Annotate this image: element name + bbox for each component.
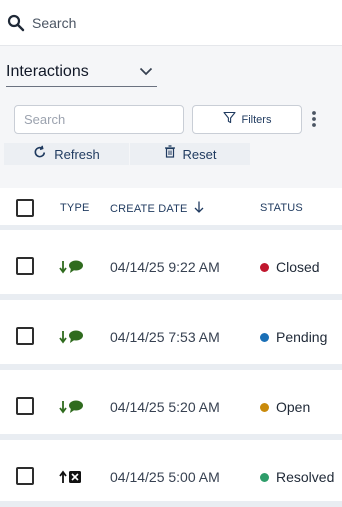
more-options-icon[interactable] xyxy=(306,108,322,130)
row-create-date: 04/14/25 7:53 AM xyxy=(110,329,220,345)
inbound-chat-icon xyxy=(59,399,85,415)
table-row[interactable]: 04/14/25 5:20 AM Open xyxy=(0,370,342,440)
status-label: Closed xyxy=(276,259,320,275)
select-all-checkbox[interactable] xyxy=(16,199,34,217)
row-checkbox[interactable] xyxy=(16,327,34,345)
view-select-value: Interactions xyxy=(6,62,89,80)
table-row[interactable]: 04/14/25 7:53 AM Pending xyxy=(0,300,342,370)
status-dot xyxy=(260,472,269,482)
row-create-date: 04/14/25 5:00 AM xyxy=(110,469,220,485)
status-label: Resolved xyxy=(276,469,335,485)
filter-icon xyxy=(222,111,236,129)
controls-panel: Interactions Filters Refresh Reset xyxy=(0,46,342,188)
inbound-chat-icon xyxy=(59,329,85,345)
global-search-bar[interactable]: Search xyxy=(0,0,342,46)
filters-button[interactable]: Filters xyxy=(192,105,302,134)
row-create-date: 04/14/25 9:22 AM xyxy=(110,259,220,275)
chevron-down-icon xyxy=(139,63,153,81)
outbound-x-icon xyxy=(59,469,85,485)
refresh-button[interactable]: Refresh xyxy=(4,143,129,165)
sort-descending-icon xyxy=(194,200,204,218)
row-status: Resolved xyxy=(260,469,334,485)
table-row[interactable]: 04/14/25 9:22 AM Closed xyxy=(0,230,342,300)
row-checkbox[interactable] xyxy=(16,467,34,485)
grid-header: TYPE CREATE DATE STATUS xyxy=(0,188,342,230)
search-icon[interactable] xyxy=(6,13,26,33)
reset-button-label: Reset xyxy=(182,146,217,162)
refresh-button-label: Refresh xyxy=(54,146,100,162)
global-search-label: Search xyxy=(32,14,77,31)
status-dot xyxy=(260,262,269,272)
search-input[interactable] xyxy=(14,105,184,134)
status-dot xyxy=(260,402,269,412)
column-header-type[interactable]: TYPE xyxy=(60,202,90,214)
row-checkbox[interactable] xyxy=(16,397,34,415)
status-label: Pending xyxy=(276,329,328,345)
trash-icon xyxy=(164,145,176,163)
view-select[interactable]: Interactions xyxy=(6,57,157,87)
row-status: Open xyxy=(260,399,310,415)
row-status: Closed xyxy=(260,259,320,275)
column-header-create-date[interactable]: CREATE DATE xyxy=(110,200,204,218)
row-status: Pending xyxy=(260,329,327,345)
row-create-date: 04/14/25 5:20 AM xyxy=(110,399,220,415)
refresh-icon xyxy=(33,145,47,164)
column-header-status[interactable]: STATUS xyxy=(260,202,303,214)
inbound-chat-icon xyxy=(59,259,85,275)
status-dot xyxy=(260,332,269,342)
status-label: Open xyxy=(276,399,311,415)
table-row[interactable]: 04/14/25 5:00 AM Resolved xyxy=(0,440,342,507)
row-checkbox[interactable] xyxy=(16,257,34,275)
column-header-create-date-label: CREATE DATE xyxy=(110,203,188,215)
filters-button-label: Filters xyxy=(241,113,272,126)
reset-button[interactable]: Reset xyxy=(130,143,250,165)
